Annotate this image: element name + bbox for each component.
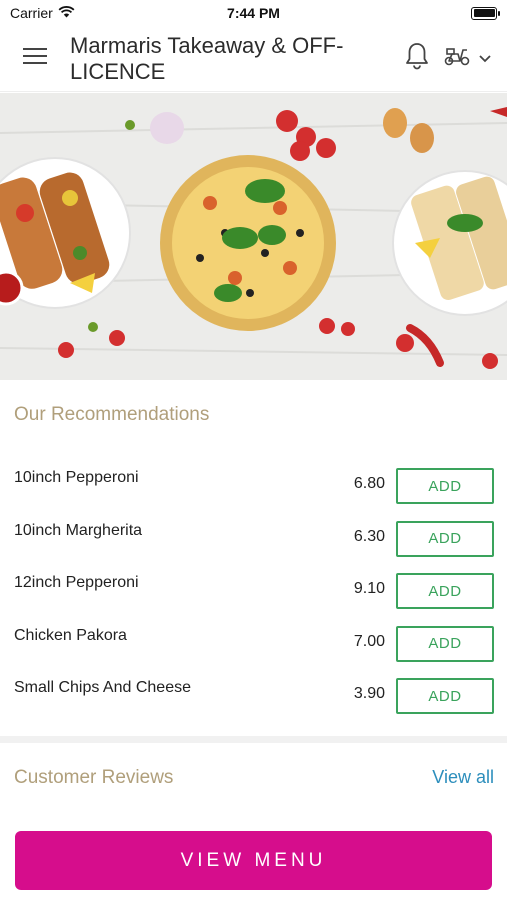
bell-icon bbox=[405, 42, 429, 75]
delivery-mode-button[interactable] bbox=[437, 26, 507, 92]
recommendations-list: 10inch Pepperoni 6.80 ADD 10inch Margher… bbox=[0, 455, 507, 718]
scooter-icon bbox=[443, 46, 471, 71]
recommendations-title: Our Recommendations bbox=[14, 404, 210, 425]
recommendation-item: Chicken Pakora 7.00 ADD bbox=[0, 613, 507, 666]
add-button[interactable]: ADD bbox=[396, 573, 494, 609]
recommendation-item: 10inch Pepperoni 6.80 ADD bbox=[0, 455, 507, 508]
page-title: Marmaris Takeaway & OFF-LICENCE bbox=[70, 32, 344, 84]
recommendation-item: 10inch Margherita 6.30 ADD bbox=[0, 508, 507, 561]
item-price: 9.10 bbox=[353, 580, 385, 597]
view-all-reviews-link[interactable]: View all bbox=[432, 767, 494, 788]
recommendation-item: Small Chips And Cheese 3.90 ADD bbox=[0, 665, 507, 718]
add-button[interactable]: ADD bbox=[396, 520, 494, 557]
item-name: 10inch Pepperoni bbox=[14, 469, 139, 486]
notifications-button[interactable] bbox=[397, 26, 437, 92]
item-name: 12inch Pepperoni bbox=[14, 574, 139, 591]
item-name: 10inch Margherita bbox=[14, 521, 143, 539]
chevron-down-icon bbox=[479, 50, 491, 68]
add-button[interactable]: ADD bbox=[396, 678, 494, 714]
battery-icon bbox=[471, 6, 500, 20]
menu-button[interactable] bbox=[0, 26, 70, 92]
recommendation-item: 12inch Pepperoni 9.10 ADD bbox=[0, 560, 507, 613]
hamburger-menu-icon bbox=[23, 47, 47, 70]
item-name: Small Chips And Cheese bbox=[14, 679, 191, 696]
hero-banner-image bbox=[0, 93, 507, 380]
add-button[interactable]: ADD bbox=[396, 468, 494, 504]
status-time: 7:44 PM bbox=[227, 5, 280, 21]
app-header: Marmaris Takeaway & OFF-LICENCE bbox=[0, 26, 507, 92]
add-button[interactable]: ADD bbox=[396, 625, 494, 662]
status-bar: Carrier 7:44 PM bbox=[0, 0, 507, 26]
view-menu-button[interactable]: VIEW MENU bbox=[15, 831, 492, 890]
item-price: 6.80 bbox=[353, 475, 385, 492]
section-divider bbox=[0, 736, 507, 743]
item-price: 3.90 bbox=[353, 685, 385, 702]
item-price: 6.30 bbox=[353, 527, 385, 545]
item-name: Chicken Pakora bbox=[14, 626, 127, 644]
item-price: 7.00 bbox=[353, 632, 385, 650]
reviews-title: Customer Reviews bbox=[14, 767, 174, 788]
